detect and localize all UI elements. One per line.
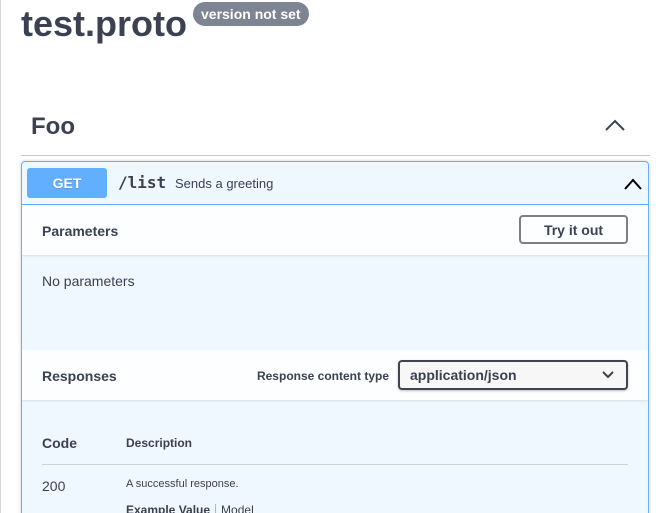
info-header: test.proto version not set xyxy=(21,0,309,50)
code-column-header: Code xyxy=(42,435,77,451)
parameters-section-header: Parameters Try it out xyxy=(22,205,648,255)
response-description: A successful response. xyxy=(126,478,239,490)
parameters-title: Parameters xyxy=(42,223,119,239)
responses-table-header: Code Description xyxy=(42,431,628,465)
operation-block-get-list: GET /list Sends a greeting Parameters Tr… xyxy=(21,161,649,513)
example-model-tabs: Example Value Model xyxy=(126,503,254,513)
response-code: 200 xyxy=(42,478,66,494)
version-badge: version not set xyxy=(193,2,309,26)
response-content-type-select[interactable]: application/json xyxy=(398,360,628,390)
response-content-type-label: Response content type xyxy=(256,369,389,383)
description-column-header: Description xyxy=(126,436,193,450)
chevron-down-icon xyxy=(602,371,614,379)
chevron-up-icon[interactable] xyxy=(623,176,643,192)
tag-section-header[interactable]: Foo xyxy=(21,100,650,156)
tab-model[interactable]: Model xyxy=(216,503,254,513)
operation-description: Sends a greeting xyxy=(175,176,274,191)
responses-title: Responses xyxy=(42,368,117,384)
table-row: 200 A successful response. Example Value… xyxy=(42,475,628,513)
chevron-up-icon[interactable] xyxy=(604,117,626,133)
operation-summary[interactable]: GET /list Sends a greeting xyxy=(22,162,648,205)
try-it-out-button[interactable]: Try it out xyxy=(519,215,628,244)
http-method-badge: GET xyxy=(27,168,107,198)
tab-example-value[interactable]: Example Value xyxy=(126,503,215,513)
operation-path: /list xyxy=(118,173,167,192)
responses-section-header: Responses Response content type applicat… xyxy=(22,350,648,400)
page-title: test.proto xyxy=(21,3,187,44)
selected-content-type: application/json xyxy=(410,367,517,383)
tag-name: Foo xyxy=(31,112,75,140)
no-parameters-text: No parameters xyxy=(42,273,135,289)
page-left-border xyxy=(0,0,1,513)
